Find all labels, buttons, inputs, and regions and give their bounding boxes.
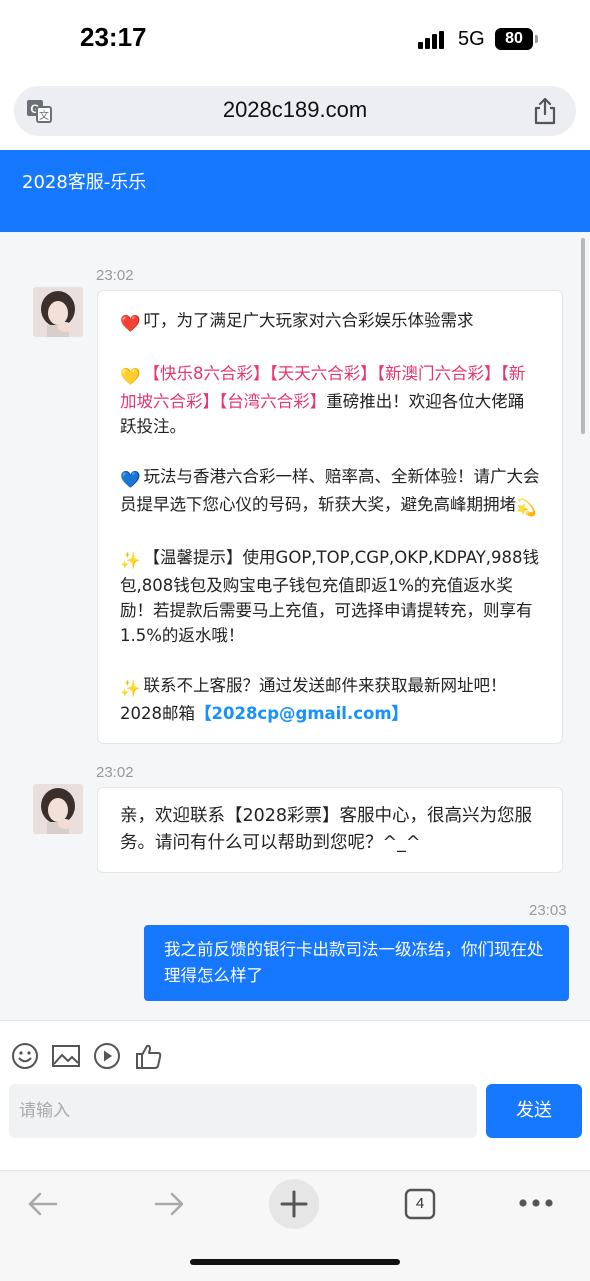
composer: 发送: [0, 1020, 590, 1171]
agent-avatar: [33, 784, 83, 834]
red-heart-icon: ❤️: [120, 314, 141, 333]
agent-avatar: [33, 287, 83, 337]
url-text[interactable]: 2028c189.com: [14, 97, 576, 123]
home-indicator: [190, 1259, 400, 1265]
promo-paragraph-1: ❤️ 叮，为了满足广大玩家对六合彩娱乐体验需求: [120, 308, 540, 336]
send-button[interactable]: 发送: [486, 1084, 582, 1138]
promo-paragraph-4: ✨ 【温馨提示】使用GOP,TOP,CGP,OKP,KDPAY,988钱包,808…: [120, 545, 540, 648]
dizzy-icon: 💫: [516, 498, 537, 517]
chat-messages[interactable]: 23:02 ❤️ 叮，为了满足广大玩家对六合彩娱乐体验需求 💛 【快乐8六合彩】【天…: [0, 232, 590, 1020]
address-bar[interactable]: G 文 2028c189.com: [14, 86, 576, 136]
message-timestamp: 23:02: [96, 267, 134, 284]
share-icon[interactable]: [532, 96, 558, 126]
tabs-button[interactable]: 4: [404, 1188, 436, 1220]
forward-arrow-icon[interactable]: [152, 1187, 186, 1221]
greeting-text: 亲，欢迎联系【2028彩票】客服中心，很高兴为您服务。请问有什么可以帮助到您呢？…: [120, 806, 533, 853]
message-bubble-greeting: 亲，欢迎联系【2028彩票】客服中心，很高兴为您服务。请问有什么可以帮助到您呢？…: [97, 787, 563, 873]
sparkles-icon: ✨: [120, 679, 141, 698]
promo-paragraph-3: 💙 玩法与香港六合彩一样、赔率高、全新体验！请广大会员提早选下您心仪的号码，斩获大…: [120, 464, 540, 520]
email-link[interactable]: 【2028cp@gmail.com】: [195, 704, 408, 723]
battery-icon: [535, 35, 538, 43]
tab-count: 4: [415, 1195, 425, 1212]
blue-heart-icon: 💙: [120, 470, 141, 489]
message-bubble-welcome-promo: ❤️ 叮，为了满足广大玩家对六合彩娱乐体验需求 💛 【快乐8六合彩】【天天六合彩】【…: [97, 290, 563, 744]
chat-title: 2028客服-乐乐: [22, 172, 147, 193]
chat-header: 2028客服-乐乐: [0, 150, 590, 232]
status-bar: 23:17 5G 80: [0, 0, 590, 80]
image-icon[interactable]: [51, 1041, 81, 1071]
video-icon[interactable]: [92, 1041, 122, 1071]
battery-level: 80: [495, 28, 533, 50]
message-timestamp: 23:02: [96, 764, 134, 781]
new-tab-plus-icon[interactable]: [269, 1179, 319, 1229]
promo-text-1: 叮，为了满足广大玩家对六合彩娱乐体验需求: [143, 311, 474, 330]
promo-text-3: 玩法与香港六合彩一样、赔率高、全新体验！请广大会员提早选下您心仪的号码，斩获大奖…: [120, 467, 540, 514]
more-menu-icon[interactable]: [518, 1197, 554, 1209]
yellow-heart-icon: 💛: [120, 367, 141, 386]
emoji-icon[interactable]: [10, 1041, 40, 1071]
sparkles-icon: ✨: [120, 551, 141, 570]
message-input[interactable]: [9, 1084, 477, 1138]
user-message-text: 我之前反馈的银行卡出款司法一级冻结，你们现在处理得怎么样了: [164, 940, 544, 985]
back-arrow-icon[interactable]: [26, 1187, 60, 1221]
promo-paragraph-2: 💛 【快乐8六合彩】【天天六合彩】【新澳门六合彩】【新加坡六合彩】【台湾六合彩】重…: [120, 361, 540, 439]
message-bubble-user: 我之前反馈的银行卡出款司法一级冻结，你们现在处理得怎么样了: [144, 925, 569, 1001]
scrollbar[interactable]: [581, 238, 585, 434]
status-time: 23:17: [80, 22, 147, 52]
message-timestamp: 23:03: [529, 902, 567, 919]
network-type: 5G: [458, 28, 485, 50]
promo-paragraph-5: ✨ 联系不上客服？通过发送邮件来获取最新网址吧！2028邮箱【2028cp@gma…: [120, 673, 540, 726]
thumbs-up-icon[interactable]: [134, 1041, 164, 1071]
signal-icon: [418, 31, 448, 49]
promo-text-4: 【温馨提示】使用GOP,TOP,CGP,OKP,KDPAY,988钱包,808钱…: [120, 548, 540, 645]
